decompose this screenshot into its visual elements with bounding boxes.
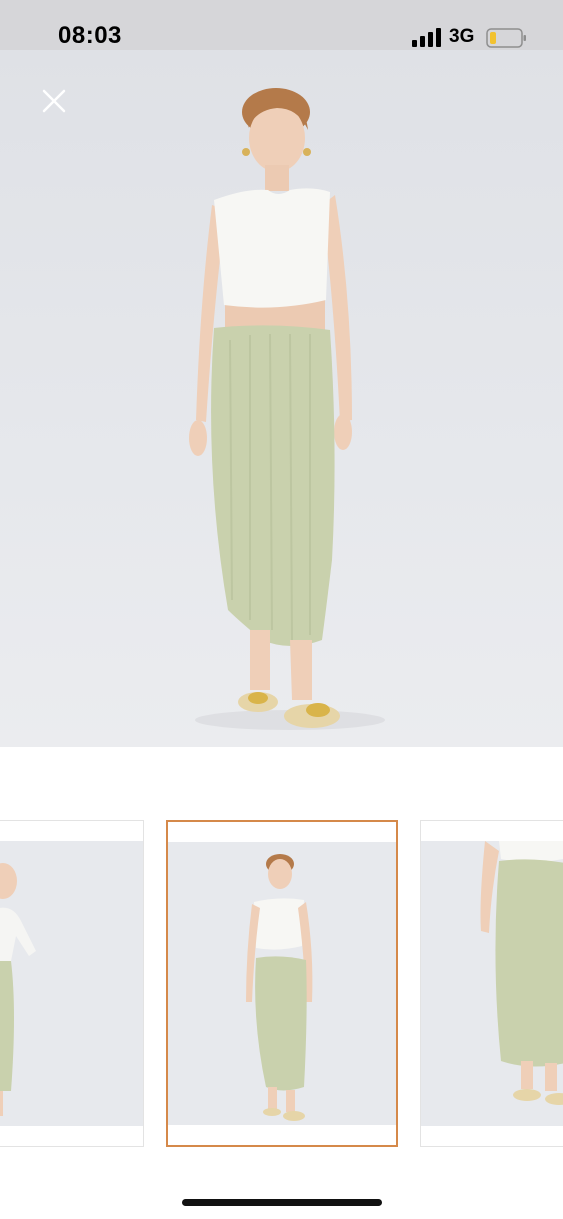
status-bar: 08:03 3G (0, 0, 563, 50)
home-indicator[interactable] (182, 1199, 382, 1206)
close-icon[interactable] (38, 85, 70, 117)
battery-icon (486, 28, 526, 48)
thumbnail-image (0, 841, 143, 1126)
signal-bars-icon (412, 28, 441, 47)
product-image-viewer: 08:03 3G (0, 0, 563, 1219)
product-main-image[interactable] (0, 50, 563, 747)
thumbnail-image (168, 842, 396, 1125)
thumbnail-image (421, 841, 563, 1126)
thumbnail-2-selected[interactable] (166, 820, 398, 1147)
thumbnail-1[interactable] (0, 820, 144, 1147)
model-photo (189, 88, 385, 730)
status-time: 08:03 (58, 22, 122, 49)
thumbnail-3[interactable] (420, 820, 563, 1147)
network-type: 3G (449, 26, 475, 47)
